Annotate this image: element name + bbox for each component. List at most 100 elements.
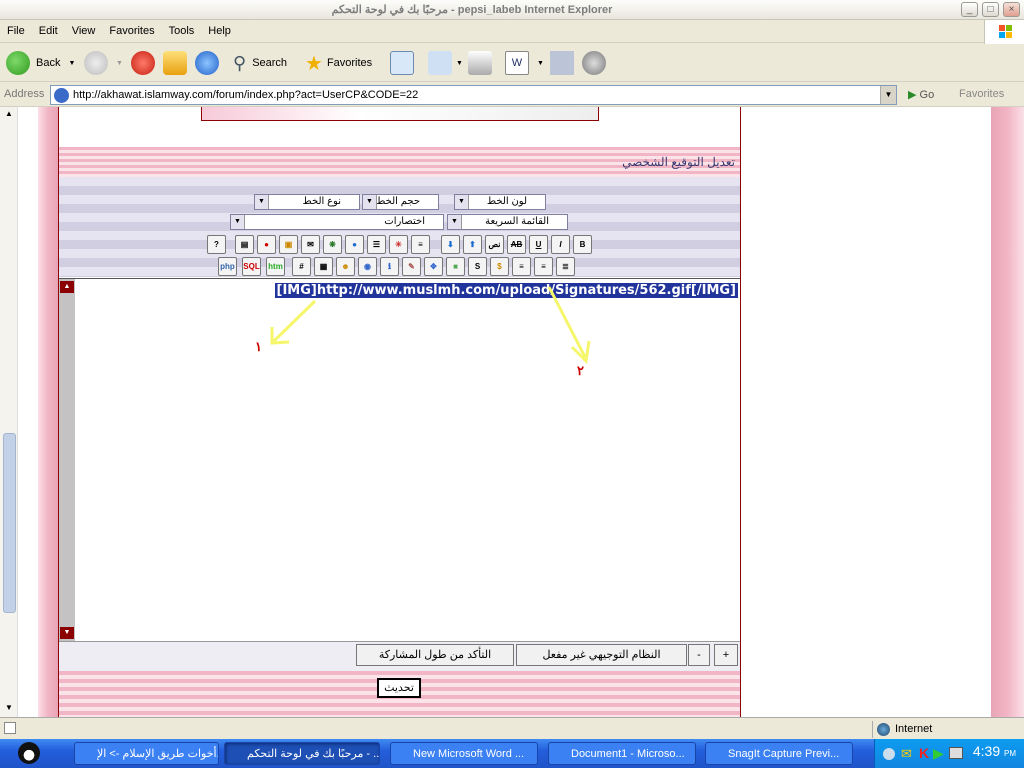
flash-button[interactable]: ● [257,235,276,254]
favorites-links[interactable]: Favorites [959,88,1004,100]
task-islamway[interactable]: أخوات طريق الإسلام -> الإ... [74,742,219,765]
maximize-button[interactable]: □ [982,2,999,17]
hash-button[interactable]: # [292,257,311,276]
scroll-up-icon[interactable]: ▲ [5,109,13,118]
info-button[interactable]: ℹ [380,257,399,276]
tray-expand-icon[interactable] [883,748,895,760]
keyboard-button[interactable]: ▦ [314,257,333,276]
task-label: New Microsoft Word ... [413,748,525,760]
format-buttons-row1: B I U AB نص ⬆ ⬇ ≡ ✳ ☰ ● ❋ ✉ ▣ ● ▤ ? [205,235,595,255]
page-scrollbar[interactable]: ▲ ▼ [0,107,18,717]
scroll-down-icon[interactable]: ▼ [5,703,13,712]
search-button[interactable]: ⚲ Search [233,48,287,78]
menu-file[interactable]: File [0,21,32,37]
forward-button[interactable]: ▼ [84,48,123,78]
page-status-icon [4,722,16,734]
underline-button[interactable]: U [529,235,548,254]
go-button[interactable]: ▶ Go [908,88,934,101]
bold-button[interactable]: B [573,235,592,254]
favorites-button[interactable]: ★ Favorites [305,48,372,78]
document-button[interactable]: ▤ [235,235,254,254]
shortcuts-select[interactable]: ▼ اختصارات [230,214,444,230]
edit-button[interactable]: W ▼ [505,48,544,78]
tray-network-icon[interactable] [949,747,963,759]
html-button[interactable]: htm [266,257,285,276]
home-button[interactable] [195,48,219,78]
move-button[interactable]: ✥ [424,257,443,276]
mail-icon [428,51,452,75]
address-label: Address [4,88,45,100]
edit-pen-button[interactable]: ✎ [402,257,421,276]
font-type-select[interactable]: ▼ نوع الخط [254,194,360,210]
sound-button[interactable]: ◉ [358,257,377,276]
address-input[interactable]: http://akhawat.islamway.com/forum/index.… [50,85,897,105]
expand-button[interactable]: + [714,644,738,666]
annotation-one: ١ [255,339,262,354]
font-size-select[interactable]: ▼ حجم الخط [362,194,439,210]
smiley-button[interactable]: ☻ [336,257,355,276]
align-list-button[interactable]: ≡ [411,235,430,254]
download-button[interactable]: ⬇ [441,235,460,254]
refresh-button[interactable] [163,48,187,78]
quick-list-select[interactable]: ▼ القائمة السريعة [447,214,568,230]
text-button[interactable]: نص [485,235,504,254]
image-button[interactable]: ▣ [279,235,298,254]
chevron-down-icon: ▼ [363,195,377,209]
globe-button[interactable]: ● [345,235,364,254]
task-snagit[interactable]: SnagIt Capture Previ... [705,742,853,765]
align-left-button[interactable]: ≡ [512,257,531,276]
system-tray: ✉ K ▶ 4:39 PM [874,739,1024,768]
penguin-icon[interactable] [18,742,40,764]
people-button[interactable]: ❋ [323,235,342,254]
menu-view[interactable]: View [65,21,103,37]
task-word-new[interactable]: New Microsoft Word ... [390,742,538,765]
tray-play-icon[interactable]: ▶ [933,745,944,762]
menu-favorites[interactable]: Favorites [102,21,161,37]
php-button[interactable]: php [218,257,237,276]
align-center-button[interactable]: ≡ [534,257,553,276]
mail-button[interactable]: ▼ [428,48,463,78]
tray-mail-icon[interactable]: ✉ [901,746,912,762]
back-arrow-icon [6,51,30,75]
print-button[interactable] [468,48,492,78]
sql-button[interactable]: SQL [242,257,261,276]
menu-help[interactable]: Help [201,21,238,37]
star-icon: ★ [305,52,323,75]
minimize-button[interactable]: _ [961,2,978,17]
italic-button[interactable]: I [551,235,570,254]
font-color-select[interactable]: ▼ لون الخط [454,194,546,210]
task-document1[interactable]: Document1 - Microso... [548,742,696,765]
history-button[interactable] [390,48,414,78]
tray-k-icon[interactable]: K [919,745,929,761]
address-dropdown-icon[interactable]: ▼ [880,86,896,104]
email-button[interactable]: ✉ [301,235,320,254]
update-button[interactable]: تحديث [377,678,421,698]
shrink-button[interactable]: - [688,644,710,666]
menu-edit[interactable]: Edit [32,21,65,37]
clock[interactable]: 4:39 PM [973,743,1016,759]
stop-button[interactable] [131,48,155,78]
dollar-button[interactable]: $ [490,257,509,276]
check-length-button[interactable]: التأكد من طول المشاركة [356,644,514,666]
signature-textarea[interactable]: ▲ ▼ [IMG]http://www.muslmh.com/upload/Si… [59,278,740,641]
swirl-button[interactable]: ✳ [389,235,408,254]
close-button[interactable]: × [1003,2,1020,17]
green-button[interactable]: ■ [446,257,465,276]
messenger-button[interactable] [582,48,606,78]
back-button[interactable]: Back ▼ [6,48,75,78]
help-button[interactable]: ? [207,235,226,254]
font-size-value: حجم الخط [376,196,420,207]
scroll-thumb[interactable] [3,433,16,613]
back-label: Back [36,57,61,69]
task-control-panel[interactable]: مرحبًا بك في لوحة التحكم - ... [224,742,380,765]
upload-button[interactable]: ⬆ [463,235,482,254]
strike-button[interactable]: AB [507,235,526,254]
guided-mode-button[interactable]: النظام التوجيهي غير مفعل [516,644,687,666]
menu-tools[interactable]: Tools [162,21,202,37]
font-color-value: لون الخط [486,196,527,207]
discuss-button[interactable] [550,48,574,78]
list-button[interactable]: ☰ [367,235,386,254]
align-justify-button[interactable]: ≣ [556,257,575,276]
editor-bottom-bar: + - النظام التوجيهي غير مفعل التأكد من ط… [59,641,740,671]
s-button[interactable]: S [468,257,487,276]
